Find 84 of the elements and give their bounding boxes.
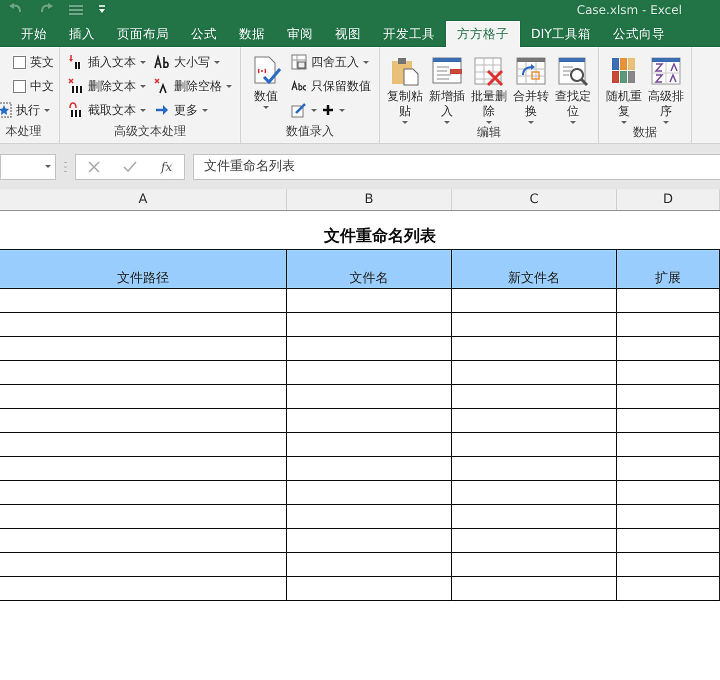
caret-icon: [202, 108, 208, 112]
ribbon-button[interactable]: 只保留数值: [288, 75, 374, 97]
group-label: 数值录入: [285, 123, 335, 140]
ribbon-button[interactable]: 随机重复: [604, 51, 644, 124]
ribbon-button[interactable]: 删除空格: [151, 75, 235, 97]
ribbon-button[interactable]: 新增插入: [427, 51, 467, 124]
column-header[interactable]: D: [617, 189, 720, 210]
ribbon-tab[interactable]: DIY工具箱: [520, 21, 602, 47]
caret-icon: [621, 121, 627, 124]
caret-icon: [45, 165, 51, 168]
caret-icon: [263, 106, 269, 109]
cut-icon: [68, 102, 84, 118]
ribbon-button[interactable]: 更多: [151, 99, 235, 121]
check-icon[interactable]: [123, 160, 138, 172]
arrow-icon: [154, 102, 170, 118]
insert-function-button[interactable]: fx: [160, 160, 172, 174]
caret-icon: [140, 60, 146, 64]
caret-icon: [570, 121, 576, 124]
table-header-cell: 文件名: [287, 250, 452, 288]
caret-icon: [663, 121, 669, 124]
ribbon-button[interactable]: 执行: [0, 99, 54, 121]
group-label: 本处理: [4, 123, 42, 140]
ribbon-tab[interactable]: 公式: [180, 21, 228, 47]
caret-icon: [339, 108, 345, 112]
table-header-cell: 文件路径: [0, 250, 287, 288]
caret-icon: [444, 121, 450, 124]
ribbon-tab[interactable]: 方方格子: [446, 21, 520, 47]
clipboard-icon: [389, 55, 421, 87]
caret-icon: [44, 108, 50, 112]
close-icon[interactable]: [88, 160, 100, 172]
ribbon-button[interactable]: 删除文本: [65, 75, 149, 97]
ribbon-tab[interactable]: 数据: [228, 21, 276, 47]
ribbon-tab[interactable]: 审阅: [276, 21, 324, 47]
plus-icon[interactable]: [321, 103, 335, 117]
column-header[interactable]: B: [287, 189, 452, 210]
ribbon-tab[interactable]: 页面布局: [106, 21, 180, 47]
ribbon-button[interactable]: 大小写: [151, 51, 235, 73]
table-header-cell: 扩展: [617, 250, 720, 288]
caret-icon: [311, 108, 317, 112]
ribbon-button[interactable]: 高级排序: [646, 51, 686, 124]
menu-icon[interactable]: [68, 4, 84, 16]
ribbon-button[interactable]: 查找定位: [553, 51, 593, 124]
sort-icon: [650, 55, 682, 87]
name-box[interactable]: [0, 154, 56, 180]
caret-icon: [363, 60, 369, 64]
ribbon-button[interactable]: 复制粘贴: [385, 51, 425, 124]
caret-icon: [140, 108, 146, 112]
group-label: 高级文本处理: [113, 123, 187, 140]
table-delete-icon: [473, 55, 505, 87]
column-header[interactable]: C: [452, 189, 617, 210]
ribbon-button[interactable]: 截取文本: [65, 99, 149, 121]
ribbon-tab[interactable]: 公式向导: [602, 21, 676, 47]
ribbon-tab[interactable]: 视图: [324, 21, 372, 47]
ribbon-tab[interactable]: 开始: [10, 21, 58, 47]
delete-icon: [68, 78, 84, 94]
customize-icon[interactable]: [98, 5, 106, 15]
swap-icon: [515, 55, 547, 87]
ribbon-button[interactable]: 合并转换: [511, 51, 551, 124]
checkbox[interactable]: 中文: [0, 75, 54, 97]
group-label: 编辑: [476, 124, 502, 141]
caret-icon: [486, 121, 492, 124]
formula-input[interactable]: 文件重命名列表: [193, 154, 720, 180]
caret-icon: [226, 84, 232, 88]
group-label: 数据: [632, 124, 658, 141]
ribbon-tab[interactable]: 插入: [58, 21, 106, 47]
table-header-cell: 新文件名: [452, 250, 617, 288]
caret-icon: [140, 84, 146, 88]
ribbon-button[interactable]: 四舍五入: [288, 51, 374, 73]
star-icon: [0, 102, 12, 118]
checkbox[interactable]: 英文: [0, 51, 54, 73]
caret-icon: [528, 121, 534, 124]
caret-icon: [402, 121, 408, 124]
window-title: Case.xlsm - Excel: [576, 3, 682, 17]
ribbon-button[interactable]: 插入文本: [65, 51, 149, 73]
letters-icon: [154, 54, 170, 70]
column-header[interactable]: A: [0, 189, 287, 210]
ribbon-button[interactable]: 批量删除: [469, 51, 509, 124]
sheet-title: 文件重命名列表: [324, 226, 436, 247]
pencil-icon: [291, 102, 307, 118]
table-icon: [291, 54, 307, 70]
ribbon-button[interactable]: 数值: [246, 51, 286, 109]
search-icon: [557, 55, 589, 87]
ribbon-tab[interactable]: 开发工具: [372, 21, 446, 47]
caret-icon: [214, 60, 220, 64]
